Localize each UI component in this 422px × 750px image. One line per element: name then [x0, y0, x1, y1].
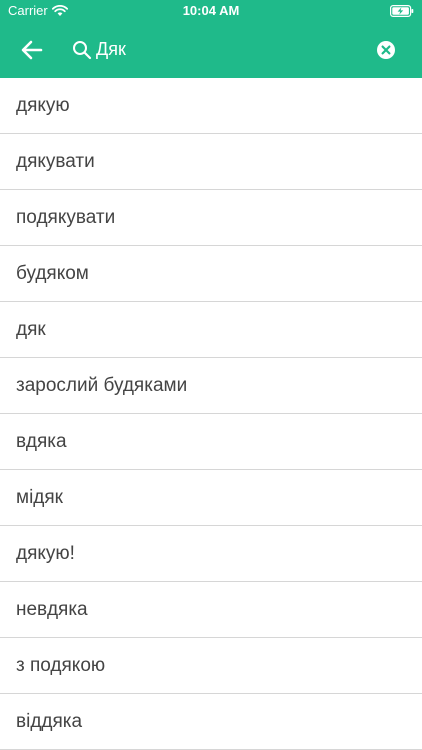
status-bar: Carrier 10:04 AM: [0, 0, 422, 22]
suggestion-list: дякую дякувати подякувати будяком дяк за…: [0, 78, 422, 750]
battery-charging-icon: [390, 5, 414, 17]
list-item[interactable]: невдяка: [0, 582, 422, 638]
list-item[interactable]: будяком: [0, 246, 422, 302]
search-input[interactable]: [96, 34, 356, 64]
list-item[interactable]: мідяк: [0, 470, 422, 526]
list-item[interactable]: зарослий будяками: [0, 358, 422, 414]
list-item[interactable]: віддяка: [0, 694, 422, 750]
list-item[interactable]: подякувати: [0, 190, 422, 246]
list-item[interactable]: з подякою: [0, 638, 422, 694]
app-screen: Carrier 10:04 AM Дяк дякую дякувати подя…: [0, 0, 422, 750]
list-item[interactable]: дякувати: [0, 134, 422, 190]
arrow-left-icon: [21, 40, 43, 60]
clear-search-button[interactable]: [376, 40, 396, 60]
list-item[interactable]: дяк: [0, 302, 422, 358]
back-button[interactable]: [18, 36, 46, 64]
search-icon: [72, 40, 92, 60]
status-time: 10:04 AM: [182, 3, 240, 18]
list-item[interactable]: дякую!: [0, 526, 422, 582]
search-row: [0, 22, 422, 78]
clear-circle-x-icon: [377, 41, 395, 59]
list-item[interactable]: дякую: [0, 78, 422, 134]
top-bar: Carrier 10:04 AM: [0, 0, 422, 78]
list-item[interactable]: вдяка: [0, 414, 422, 470]
